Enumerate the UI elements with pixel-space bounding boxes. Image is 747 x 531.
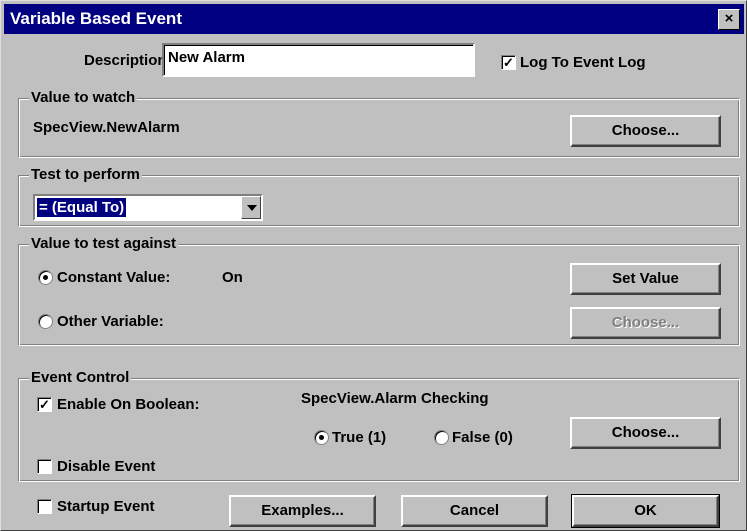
- choose-other-variable-button[interactable]: Choose...: [570, 307, 721, 339]
- true-radio[interactable]: [314, 430, 329, 445]
- value-to-watch-title: Value to watch: [29, 89, 138, 106]
- cancel-button[interactable]: Cancel: [401, 495, 548, 527]
- test-to-perform-title: Test to perform: [29, 166, 142, 183]
- boolean-variable-name: SpecView.Alarm Checking: [301, 390, 489, 407]
- constant-value-label: Constant Value:: [57, 269, 171, 286]
- false-label: False (0): [452, 429, 513, 446]
- description-value: New Alarm: [168, 49, 245, 66]
- variable-based-event-dialog: Variable Based Event × Description: New …: [0, 0, 747, 531]
- enable-on-boolean-checkbox[interactable]: ✓: [37, 397, 52, 412]
- disable-event-label: Disable Event: [57, 458, 156, 475]
- constant-value-display: On: [222, 269, 243, 286]
- description-input[interactable]: New Alarm: [162, 43, 475, 77]
- watched-variable-name: SpecView.NewAlarm: [33, 119, 180, 136]
- startup-event-checkbox[interactable]: [37, 499, 52, 514]
- log-to-event-log-label: Log To Event Log: [520, 54, 646, 71]
- true-label: True (1): [332, 429, 387, 446]
- title-bar: Variable Based Event ×: [4, 4, 744, 34]
- chevron-down-icon[interactable]: [241, 196, 261, 219]
- test-operator-select[interactable]: = (Equal To): [33, 194, 263, 221]
- constant-value-radio[interactable]: [38, 270, 53, 285]
- other-variable-label: Other Variable:: [57, 313, 164, 330]
- enable-on-boolean-label: Enable On Boolean:: [57, 396, 200, 413]
- set-value-button[interactable]: Set Value: [570, 263, 721, 295]
- close-icon[interactable]: ×: [718, 9, 740, 30]
- value-to-test-against-title: Value to test against: [29, 235, 179, 252]
- startup-event-label: Startup Event: [57, 498, 155, 515]
- other-variable-radio[interactable]: [38, 314, 53, 329]
- dialog-title: Variable Based Event: [10, 9, 182, 28]
- log-to-event-log-checkbox[interactable]: ✓: [501, 55, 516, 70]
- choose-boolean-variable-button[interactable]: Choose...: [570, 417, 721, 449]
- ok-button[interactable]: OK: [571, 494, 720, 528]
- event-control-title: Event Control: [29, 369, 132, 386]
- choose-watch-variable-button[interactable]: Choose...: [570, 115, 721, 147]
- examples-button[interactable]: Examples...: [229, 495, 376, 527]
- disable-event-checkbox[interactable]: [37, 459, 52, 474]
- test-operator-selected: = (Equal To): [35, 197, 128, 218]
- false-radio[interactable]: [434, 430, 449, 445]
- description-label: Description:: [84, 52, 172, 69]
